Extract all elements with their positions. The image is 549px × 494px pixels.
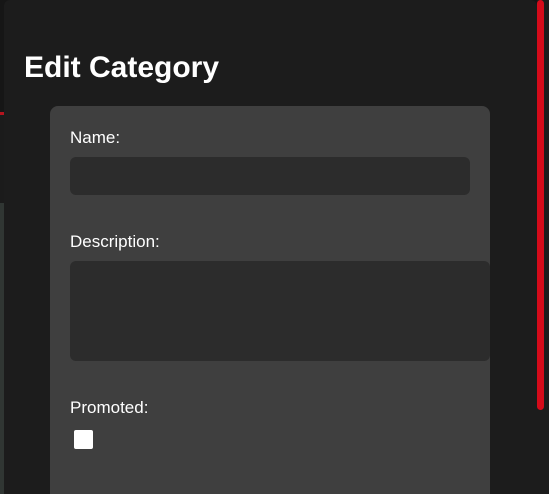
- name-label: Name:: [70, 128, 121, 147]
- description-textarea[interactable]: [70, 261, 490, 361]
- edit-category-modal: Edit Category Name: Description: Promote…: [4, 0, 537, 494]
- category-form: Name: Description: Promoted:: [50, 106, 490, 494]
- promoted-label: Promoted:: [70, 398, 149, 417]
- scrollbar-thumb[interactable]: [537, 0, 544, 410]
- promoted-checkbox[interactable]: [74, 430, 93, 449]
- modal-title: Edit Category: [24, 51, 220, 84]
- description-label: Description:: [70, 232, 160, 251]
- name-input[interactable]: [70, 157, 470, 195]
